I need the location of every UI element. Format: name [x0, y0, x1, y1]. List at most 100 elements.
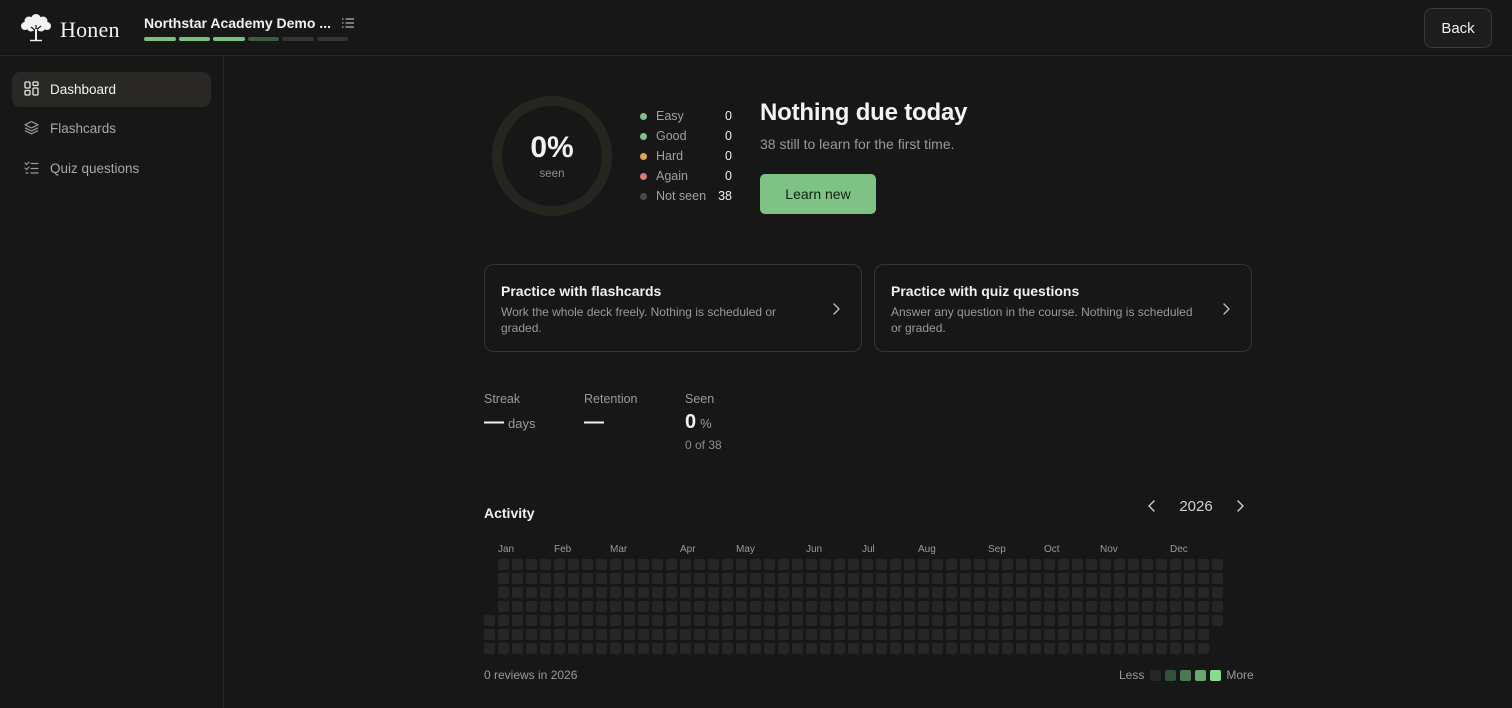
activity-day-cell [1128, 643, 1139, 654]
learn-new-button[interactable]: Learn new [760, 174, 876, 214]
activity-day-cell [946, 643, 957, 654]
activity-day-cell [1212, 615, 1223, 626]
activity-day-cell [1156, 601, 1167, 612]
hard-dot-icon [640, 152, 647, 160]
activity-day-cell [820, 559, 831, 570]
activity-day-cell [862, 573, 873, 584]
activity-day-cell [540, 615, 551, 626]
activity-day-cell [1016, 615, 1027, 626]
activity-day-cell [848, 559, 859, 570]
sidebar-item-quiz-questions[interactable]: Quiz questions [12, 151, 211, 186]
activity-day-cell [708, 629, 719, 640]
activity-day-cell [876, 573, 887, 584]
activity-day-cell [974, 573, 985, 584]
activity-day-cell [1016, 573, 1027, 584]
activity-day-cell [876, 643, 887, 654]
activity-day-cell [554, 587, 565, 598]
activity-day-cell [890, 615, 901, 626]
app-name: Honen [60, 16, 120, 42]
activity-day-cell [1030, 587, 1041, 598]
activity-day-cell [722, 601, 733, 612]
practice-quiz-card[interactable]: Practice with quiz questions Answer any … [874, 264, 1252, 352]
activity-day-cell [568, 559, 579, 570]
activity-day-cell [666, 573, 677, 584]
activity-day-cell [792, 601, 803, 612]
app-logo[interactable]: Honen [20, 12, 120, 47]
activity-day-cell [1114, 643, 1125, 654]
activity-day-cell [1086, 615, 1097, 626]
activity-day-cell [792, 615, 803, 626]
activity-day-cell [960, 587, 971, 598]
activity-day-cell [862, 615, 873, 626]
course-title[interactable]: Northstar Academy Demo ... [144, 15, 331, 31]
streak-unit: days [508, 416, 536, 431]
sidebar-item-flashcards[interactable]: Flashcards [12, 111, 211, 146]
activity-day-cell [596, 559, 607, 570]
activity-day-cell [526, 573, 537, 584]
activity-day-cell [540, 573, 551, 584]
activity-day-cell [1142, 615, 1153, 626]
activity-day-cell [918, 601, 929, 612]
activity-day-cell [1086, 601, 1097, 612]
list-icon[interactable] [341, 16, 355, 30]
activity-day-cell [568, 587, 579, 598]
activity-day-cell [1072, 615, 1083, 626]
activity-day-cell [806, 643, 817, 654]
activity-day-cell [1002, 601, 1013, 612]
activity-day-cell [540, 629, 551, 640]
legend-label: Hard [656, 149, 684, 163]
activity-day-cell [1114, 587, 1125, 598]
activity-day-cell [792, 587, 803, 598]
activity-day-cell [988, 643, 999, 654]
activity-day-cell [1212, 601, 1223, 612]
activity-day-cell [904, 629, 915, 640]
activity-day-cell [778, 615, 789, 626]
activity-day-cell [974, 629, 985, 640]
activity-day-cell [610, 573, 621, 584]
activity-day-cell [876, 615, 887, 626]
month-label: Oct [1044, 544, 1060, 555]
activity-day-cell [582, 587, 593, 598]
activity-day-cell [666, 601, 677, 612]
activity-day-cell [596, 643, 607, 654]
legend-row-again: Again 0 [640, 166, 732, 186]
activity-day-cell [526, 559, 537, 570]
activity-day-cell [932, 559, 943, 570]
activity-day-cell [582, 559, 593, 570]
good-dot-icon [640, 132, 647, 140]
activity-day-cell [1044, 615, 1055, 626]
activity-day-cell [778, 601, 789, 612]
practice-flashcards-card[interactable]: Practice with flashcards Work the whole … [484, 264, 862, 352]
activity-day-cell [848, 643, 859, 654]
activity-day-cell [1100, 559, 1111, 570]
activity-day-cell [792, 629, 803, 640]
activity-day-cell [722, 643, 733, 654]
activity-day-cell [1030, 559, 1041, 570]
review-legend: Easy 0 Good 0 Hard 0 Again 0 Not seen 38 [640, 106, 732, 206]
activity-day-cell [666, 629, 677, 640]
back-button[interactable]: Back [1424, 8, 1492, 48]
activity-day-cell [820, 629, 831, 640]
activity-day-cell [806, 573, 817, 584]
activity-day-cell [582, 615, 593, 626]
activity-day-cell [652, 643, 663, 654]
sidebar-item-dashboard[interactable]: Dashboard [12, 72, 211, 107]
sidebar-item-label: Quiz questions [50, 161, 140, 176]
activity-day-cell [1128, 629, 1139, 640]
chevron-left-icon[interactable] [1143, 495, 1161, 517]
activity-day-cell [904, 643, 915, 654]
activity-day-cell [1128, 615, 1139, 626]
chevron-right-icon[interactable] [1231, 495, 1249, 517]
activity-day-cell [1100, 615, 1111, 626]
activity-title: Activity [484, 505, 535, 521]
activity-day-cell [960, 629, 971, 640]
activity-day-cell [1100, 601, 1111, 612]
activity-day-cell [1128, 601, 1139, 612]
legend-value: 38 [718, 189, 732, 203]
legend-label: Easy [656, 109, 684, 123]
progress-segment [178, 37, 210, 41]
activity-day-cell [526, 615, 537, 626]
activity-day-cell [932, 587, 943, 598]
activity-day-cell [820, 601, 831, 612]
activity-day-cell [512, 629, 523, 640]
